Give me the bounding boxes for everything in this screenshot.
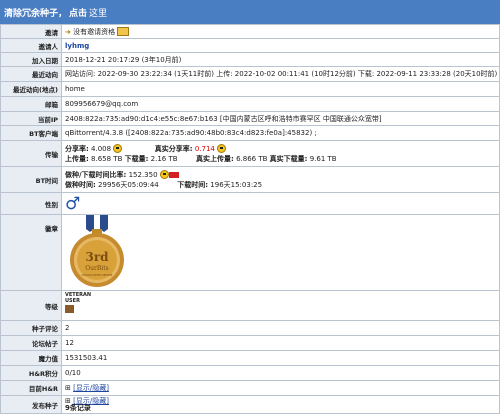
uploaded-count: 9条记录	[65, 403, 91, 412]
cleanup-banner: 清除冗余种子， 点击 这里	[0, 0, 500, 24]
label: 等级	[0, 290, 62, 321]
real-upload-label: 真实上传量:	[196, 154, 234, 163]
medal-rank: 3rd	[85, 250, 109, 264]
male-icon: ♂	[65, 193, 81, 214]
row-magic: 魔力值 1531503.41	[0, 350, 500, 366]
upload-label: 上传量:	[65, 154, 89, 163]
label: 魔力值	[0, 350, 62, 366]
label: 徽章	[0, 214, 62, 291]
real-ratio-value: 0.714	[194, 144, 215, 153]
label: 传输	[0, 140, 62, 167]
label: 邮箱	[0, 96, 62, 112]
label: BT客户端	[0, 125, 62, 141]
happy-face-icon	[113, 144, 123, 153]
real-download-label: 真实下载量:	[269, 154, 308, 163]
email-value: 809956679@qq.com	[61, 96, 500, 112]
download-time-label: 下载时间:	[177, 180, 209, 189]
label: 论坛帖子	[0, 335, 62, 351]
real-ratio-label: 真实分享率:	[154, 144, 193, 153]
medal-small-text: DISTINGUISHED SEEDER	[82, 273, 113, 277]
label: 性别	[0, 192, 62, 215]
download-time-value: 196天15:03:25	[210, 180, 263, 189]
car-icon	[168, 171, 179, 178]
posts-value: 12	[61, 335, 500, 351]
row-client: BT客户端 qBittorrent/4.3.8 ([2408:822a:735:…	[0, 125, 500, 141]
row-email: 邮箱 809956679@qq.com	[0, 96, 500, 112]
label: 最近动向	[0, 66, 62, 82]
invite-status: 没有邀请资格	[73, 27, 116, 36]
seed-ratio-label: 做种/下载时间比率:	[65, 170, 127, 179]
invite-arrow-icon: ➜	[65, 27, 71, 36]
row-ip: 当前IP 2408:822a:735:ad90:d1c4:e55c:8e67:b…	[0, 111, 500, 126]
row-transfer: 传输 分享率: 4.008 真实分享率: 0.714 上传量: 8.658 TB…	[0, 140, 500, 167]
label: 邀请	[0, 24, 62, 39]
expand-icon[interactable]: ⊞	[65, 384, 71, 392]
magic-value: 1531503.41	[61, 350, 500, 366]
current-hr-toggle-link[interactable]: [显示/隐藏]	[73, 384, 109, 392]
label: 发布种子	[0, 395, 62, 414]
label: 邀请人	[0, 38, 62, 53]
row-class: 等级 VETERAN USER	[0, 290, 500, 321]
banner-click-link[interactable]: 点击	[69, 6, 87, 19]
seed-ratio-value: 152.350	[128, 170, 158, 179]
row-inviter: 邀请人 lyhmg	[0, 38, 500, 53]
comments-value: 2	[61, 320, 500, 336]
row-uploaded-torrents: 发布种子 ⊞ [显示/隐藏] 9条记录	[0, 395, 500, 414]
row-last-activity: 最近动向 网站访问: 2022-09-30 23:22:34 (1天11时前) …	[0, 66, 500, 82]
banner-text: 清除冗余种子，	[4, 8, 68, 19]
real-download-value: 9.61 TB	[309, 154, 337, 163]
last-location: home	[61, 81, 500, 97]
seed-time-label: 做种时间:	[65, 180, 96, 189]
row-current-hr: 目前H&R ⊞ [显示/隐藏]	[0, 380, 500, 396]
row-joined: 加入日期 2018-12-21 20:17:29 (3年10月前)	[0, 52, 500, 67]
upload-value: 8.658 TB	[91, 154, 123, 163]
download-label: 下载量:	[124, 154, 149, 163]
inviter-link[interactable]: lyhmg	[65, 42, 89, 50]
user-info-table: 邀请 ➜ 没有邀请资格 邀请人 lyhmg 加入日期 2018-12-21 20…	[0, 24, 500, 414]
row-last-location: 最近动向(地点) home	[0, 81, 500, 97]
label: 最近动向(地点)	[0, 81, 62, 97]
joined-date: 2018-12-21 20:17:29 (3年10月前)	[61, 52, 500, 67]
banner-here-link[interactable]: 这里	[89, 6, 107, 19]
row-posts: 论坛帖子 12	[0, 335, 500, 351]
label: 目前H&R	[0, 380, 62, 396]
invite-badge-icon	[117, 27, 130, 36]
ratio-label: 分享率:	[65, 144, 89, 153]
row-hr: H&R积分 0/10	[0, 365, 500, 381]
row-gender: 性别 ♂	[0, 192, 500, 215]
label: H&R积分	[0, 365, 62, 381]
real-upload-value: 6.866 TB	[236, 154, 268, 163]
label: 当前IP	[0, 111, 62, 126]
row-bt-time: BT时间 做种/下载时间比率: 152.350 做种时间: 29956天05:0…	[0, 166, 500, 193]
hr-value: 0/10	[61, 365, 500, 381]
label: 种子评论	[0, 320, 62, 336]
seed-time-value: 29956天05:09:44	[98, 180, 159, 189]
label: 加入日期	[0, 52, 62, 67]
sad-face-icon	[217, 144, 227, 153]
client-value: qBittorrent/4.3.8 ([2408:822a:735:ad90:4…	[61, 125, 500, 141]
medal-3rd-icon: 3rd OurBits DISTINGUISHED SEEDER	[70, 215, 124, 287]
medal-brand: OurBits	[85, 265, 108, 272]
class-figure-icon	[65, 305, 74, 313]
class-badge: VETERAN USER	[65, 292, 92, 304]
row-medal: 徽章 3rd OurBits DISTINGUISHED SEEDER	[0, 214, 500, 291]
cool-face-icon	[159, 170, 169, 179]
ratio-value: 4.008	[91, 144, 112, 153]
row-invite: 邀请 ➜ 没有邀请资格	[0, 24, 500, 39]
download-value: 2.16 TB	[150, 154, 178, 163]
label: BT时间	[0, 166, 62, 193]
last-activity: 网站访问: 2022-09-30 23:22:34 (1天11时前) 上传: 2…	[61, 66, 500, 82]
ip-value: 2408:822a:735:ad90:d1c4:e55c:8e67:b163 […	[61, 111, 500, 126]
row-comments: 种子评论 2	[0, 320, 500, 336]
